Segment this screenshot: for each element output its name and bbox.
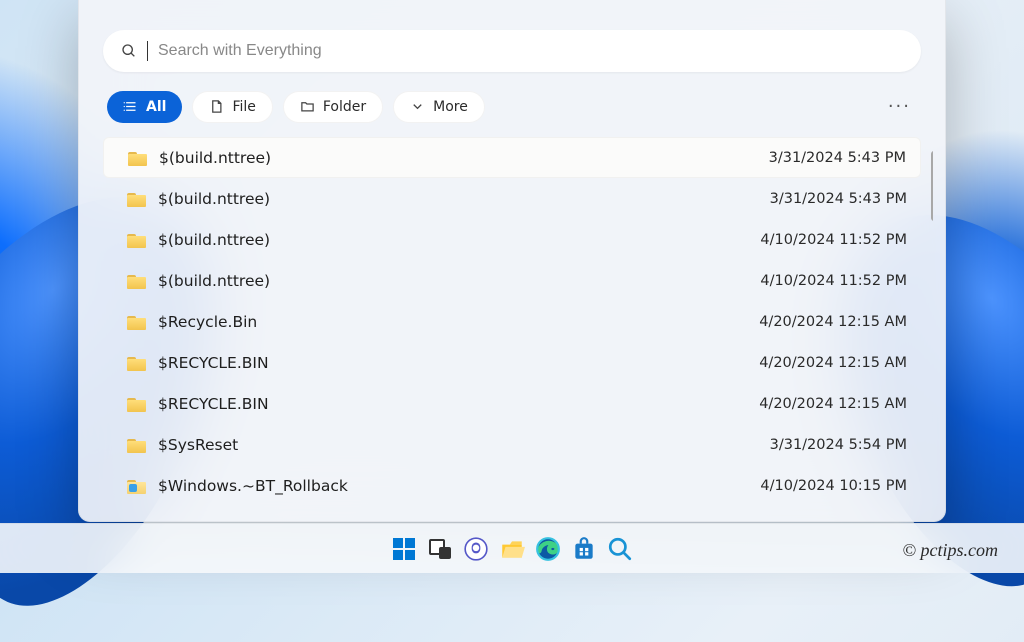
result-date: 4/10/2024 11:52 PM — [760, 273, 907, 289]
result-name: $Recycle.Bin — [158, 313, 747, 331]
results-list: $(build.nttree)3/31/2024 5:43 PM$(build.… — [103, 137, 933, 521]
folder-icon — [499, 536, 525, 562]
result-date: 3/31/2024 5:54 PM — [770, 437, 907, 453]
taskbar — [0, 523, 1024, 573]
filter-folder-label: Folder — [323, 99, 366, 115]
folder-icon — [127, 191, 146, 206]
search-bar[interactable] — [103, 30, 921, 72]
folder-icon — [127, 273, 146, 288]
result-row[interactable]: $Windows.~BT_Rollback 4/10/2024 10:15 PM — [103, 465, 921, 506]
folder-icon — [128, 150, 147, 165]
result-row[interactable]: $SysReset 3/31/2024 5:54 PM — [103, 424, 921, 465]
result-row[interactable]: $(build.nttree) 3/31/2024 5:43 PM — [103, 178, 921, 219]
result-name: $Windows.~BT_Rollback — [158, 477, 748, 495]
folder-icon — [127, 314, 146, 329]
edge-icon — [535, 536, 561, 562]
result-name: $SysReset — [158, 436, 758, 454]
result-row[interactable]: $Recycle.Bin 4/20/2024 12:15 AM — [103, 301, 921, 342]
filter-file[interactable]: File — [192, 91, 272, 123]
folder-icon — [127, 396, 146, 411]
result-row[interactable]: $RECYCLE.BIN 4/20/2024 12:15 AM — [103, 342, 921, 383]
folder-icon — [127, 232, 146, 247]
folder-icon — [127, 437, 146, 452]
result-date: 4/10/2024 10:15 PM — [760, 478, 907, 494]
task-view-icon — [429, 539, 451, 559]
result-date: 4/20/2024 12:15 AM — [759, 355, 907, 371]
result-row[interactable]: $(build.nttree) 3/31/2024 5:43 PM — [103, 137, 921, 178]
result-date: 3/31/2024 5:43 PM — [770, 191, 907, 207]
result-date: 4/10/2024 11:52 PM — [760, 232, 907, 248]
chevron-down-icon — [410, 99, 425, 114]
search-input[interactable] — [158, 42, 903, 60]
folder-icon — [127, 478, 146, 493]
filter-bar: All File Folder More ··· — [103, 90, 921, 123]
filter-all-label: All — [146, 99, 166, 115]
filter-all[interactable]: All — [107, 91, 182, 123]
search-icon — [607, 536, 633, 562]
result-date: 4/20/2024 12:15 AM — [759, 396, 907, 412]
start-button[interactable] — [390, 535, 418, 563]
chat-icon — [463, 536, 489, 562]
store-icon — [571, 536, 597, 562]
result-name: $(build.nttree) — [158, 272, 748, 290]
edge-button[interactable] — [534, 535, 562, 563]
result-name: $(build.nttree) — [158, 190, 758, 208]
file-explorer-button[interactable] — [498, 535, 526, 563]
result-row[interactable]: $RECYCLE.BIN 4/20/2024 12:15 AM — [103, 383, 921, 424]
result-row[interactable]: $(build.nttree) 4/10/2024 11:52 PM — [103, 260, 921, 301]
filter-more[interactable]: More — [393, 91, 485, 123]
result-row[interactable]: $(build.nttree) 4/10/2024 11:52 PM — [103, 219, 921, 260]
task-view-button[interactable] — [426, 535, 454, 563]
windows-icon — [393, 538, 415, 560]
filter-more-label: More — [433, 99, 468, 115]
watermark: © pctips.com — [902, 540, 998, 561]
filter-folder[interactable]: Folder — [283, 91, 383, 123]
result-name: $(build.nttree) — [159, 149, 757, 167]
store-button[interactable] — [570, 535, 598, 563]
search-icon — [121, 43, 137, 59]
result-name: $RECYCLE.BIN — [158, 395, 747, 413]
result-date: 4/20/2024 12:15 AM — [759, 314, 907, 330]
result-name: $RECYCLE.BIN — [158, 354, 747, 372]
result-date: 3/31/2024 5:43 PM — [769, 150, 906, 166]
result-name: $(build.nttree) — [158, 231, 748, 249]
overflow-menu-button[interactable]: ··· — [882, 90, 917, 123]
scrollbar-thumb[interactable] — [931, 151, 933, 221]
search-taskbar-button[interactable] — [606, 535, 634, 563]
text-caret — [147, 41, 148, 61]
chat-button[interactable] — [462, 535, 490, 563]
everything-search-window: All File Folder More ··· $(build.nttree)… — [78, 0, 946, 522]
folder-icon — [127, 355, 146, 370]
filter-file-label: File — [232, 99, 255, 115]
